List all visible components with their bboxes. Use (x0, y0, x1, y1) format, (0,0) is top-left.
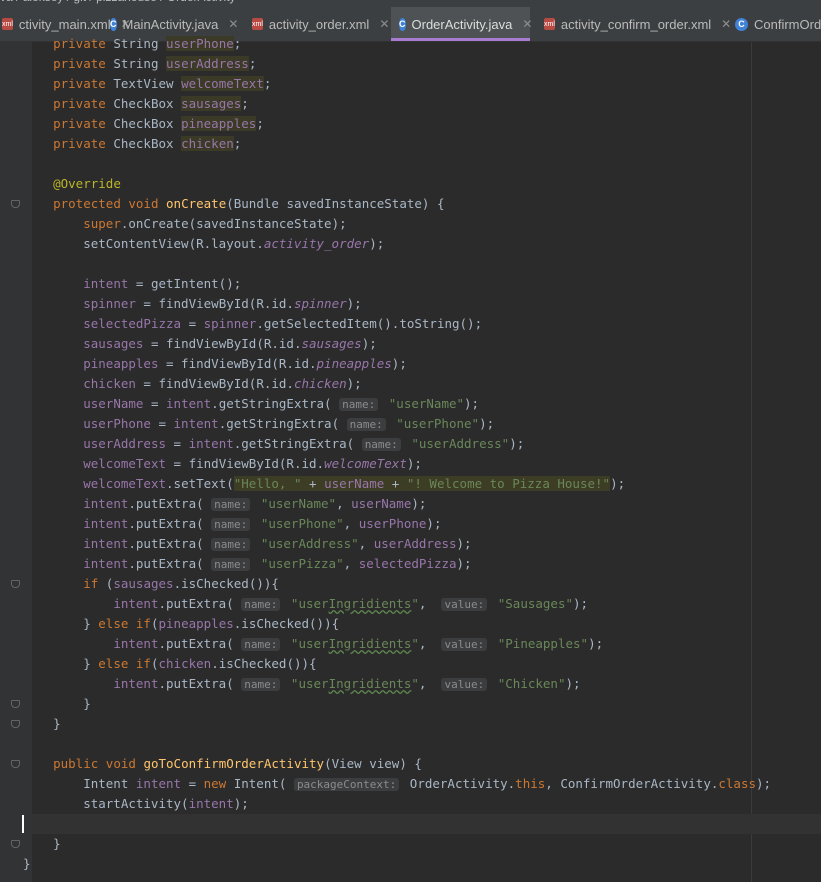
breadcrumb-item[interactable]: va (0, 0, 13, 4)
parameter-hint: name: (211, 558, 251, 571)
editor-tab[interactable]: C OrderActivity.java ✕ (391, 7, 532, 41)
tab-close-icon[interactable]: ✕ (379, 17, 389, 31)
code-line[interactable]: } (23, 854, 31, 874)
code-line[interactable]: intent.putExtra( name: "userPizza", sele… (23, 554, 472, 574)
code-line[interactable]: } (23, 694, 91, 714)
editor-tab[interactable]: xml activity_confirm_order.xml ✕ (536, 7, 731, 41)
parameter-hint: name: (211, 538, 251, 551)
java-class-icon: C (110, 17, 117, 31)
code-line[interactable]: userPhone = intent.getStringExtra( name:… (23, 414, 494, 434)
parameter-hint: name: (241, 598, 281, 611)
code-line[interactable]: welcomeText = findViewById(R.id.welcomeT… (23, 454, 422, 474)
code-line[interactable]: intent.putExtra( name: "userPhone", user… (23, 514, 441, 534)
code-line[interactable]: pineapples = findViewById(R.id.pineapple… (23, 354, 407, 374)
breadcrumb-item[interactable]: pizzahouse (96, 0, 157, 4)
tab-label: ConfirmOrde (754, 16, 821, 32)
fold-marker-icon[interactable] (11, 760, 20, 769)
breadcrumb-separator: / (63, 0, 73, 4)
code-line[interactable]: @Override (23, 174, 121, 194)
parameter-hint: value: (441, 638, 488, 651)
code-line[interactable]: private TextView welcomeText; (23, 74, 271, 94)
code-line[interactable]: private String userAddress; (23, 54, 256, 74)
code-line[interactable]: selectedPizza = spinner.getSelectedItem(… (23, 314, 482, 334)
current-line-highlight (32, 814, 821, 834)
code-line[interactable]: sausages = findViewById(R.id.sausages); (23, 334, 377, 354)
parameter-hint: value: (441, 598, 488, 611)
code-line[interactable]: setContentView(R.layout.activity_order); (23, 234, 384, 254)
breadcrumb-item[interactable]: aleksey (23, 0, 64, 4)
code-line[interactable]: chicken = findViewById(R.id.chicken); (23, 374, 361, 394)
tab-label: MainActivity.java (122, 16, 219, 32)
code-editor[interactable]: private String userPhone; private String… (0, 36, 821, 882)
code-line[interactable]: private CheckBox chicken; (23, 134, 241, 154)
xml-file-icon: xml (544, 18, 555, 30)
code-line[interactable]: spinner = findViewById(R.id.spinner); (23, 294, 361, 314)
breadcrumb-item[interactable]: OrderActivity (167, 0, 236, 4)
fold-marker-icon[interactable] (11, 200, 20, 209)
code-line[interactable]: private CheckBox sausages; (23, 94, 249, 114)
editor-tab[interactable]: xml activity_order.xml ✕ (244, 7, 389, 41)
editor-tab[interactable]: C ConfirmOrde (727, 7, 821, 41)
code-line[interactable]: protected void onCreate(Bundle savedInst… (23, 194, 444, 214)
code-line[interactable]: intent.putExtra( name: "userIngridients"… (23, 634, 603, 654)
parameter-hint: name: (211, 498, 251, 511)
tab-label: activity_order.xml (268, 16, 370, 32)
code-line[interactable]: userName = intent.getStringExtra( name: … (23, 394, 479, 414)
parameter-hint: name: (339, 398, 379, 411)
xml-file-icon: xml (252, 18, 263, 30)
fold-marker-icon[interactable] (11, 840, 20, 849)
code-line[interactable]: private CheckBox pineapples; (23, 114, 264, 134)
xml-file-icon: xml (2, 18, 13, 30)
code-line[interactable]: welcomeText.setText("Hello, " + userName… (23, 474, 625, 494)
code-line[interactable]: public void goToConfirmOrderActivity(Vie… (23, 754, 422, 774)
tab-label: OrderActivity.java (411, 16, 513, 32)
breadcrumb-separator: / (13, 0, 23, 4)
code-line[interactable]: Intent intent = new Intent( packageConte… (23, 774, 771, 794)
fold-marker-icon[interactable] (11, 580, 20, 589)
fold-marker-icon[interactable] (11, 700, 20, 709)
parameter-hint: name: (211, 518, 251, 531)
breadcrumb-item[interactable]: git (73, 0, 86, 4)
text-caret (22, 815, 24, 833)
code-line[interactable]: } (23, 834, 61, 854)
tab-close-icon[interactable]: ✕ (228, 17, 238, 31)
parameter-hint: name: (361, 438, 401, 451)
code-line[interactable]: intent.putExtra( name: "userAddress", us… (23, 534, 472, 554)
code-line[interactable]: intent.putExtra( name: "userName", userN… (23, 494, 426, 514)
right-margin-guide (751, 42, 752, 882)
tab-label: ctivity_main.xml (18, 16, 111, 32)
code-line[interactable]: if (sausages.isChecked()){ (23, 574, 279, 594)
code-line[interactable]: private String userPhone; (23, 34, 241, 54)
tab-label: activity_confirm_order.xml (560, 16, 712, 32)
code-line[interactable]: intent.putExtra( name: "userIngridients"… (23, 594, 588, 614)
parameter-hint: name: (241, 678, 281, 691)
breadcrumb: va / aleksey / git / pizzahouse / OrderA… (0, 0, 821, 7)
parameter-hint: name: (241, 638, 281, 651)
parameter-hint: name: (346, 418, 386, 431)
fold-marker-icon[interactable] (11, 720, 20, 729)
code-line[interactable]: } (23, 714, 61, 734)
code-line[interactable]: userAddress = intent.getStringExtra( nam… (23, 434, 524, 454)
code-line[interactable]: intent.putExtra( name: "userIngridients"… (23, 674, 581, 694)
code-line[interactable]: startActivity(intent); (23, 794, 249, 814)
breadcrumb-separator: / (86, 0, 96, 4)
parameter-hint: value: (441, 678, 488, 691)
java-class-icon: C (399, 17, 406, 31)
java-class-icon: C (735, 17, 748, 31)
tab-close-icon[interactable]: ✕ (522, 17, 532, 31)
code-line[interactable]: } else if(chicken.isChecked()){ (23, 654, 316, 674)
parameter-hint: packageContext: (293, 778, 400, 791)
code-line[interactable]: super.onCreate(savedInstanceState); (23, 214, 346, 234)
code-line[interactable]: } else if(pineapples.isChecked()){ (23, 614, 339, 634)
breadcrumb-separator: / (157, 0, 167, 4)
code-line[interactable]: intent = getIntent(); (23, 274, 241, 294)
